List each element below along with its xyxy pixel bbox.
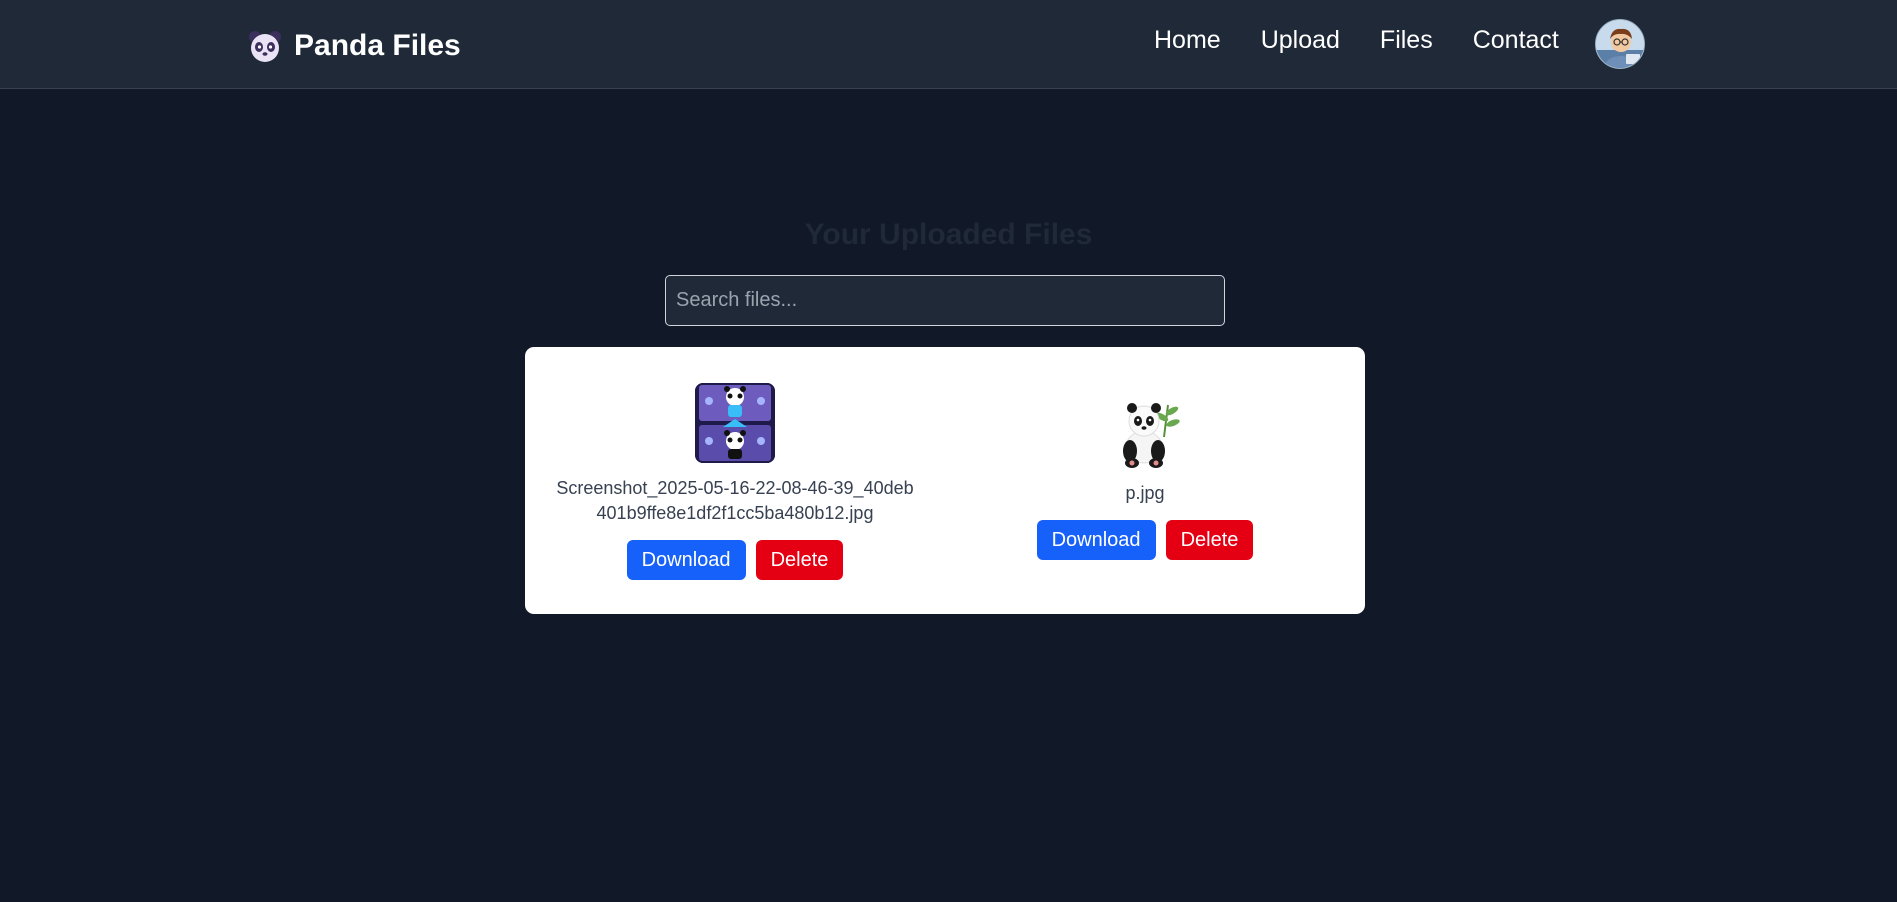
navbar: Panda Files Home Upload Files Contact bbox=[0, 0, 1897, 89]
file-actions: Download Delete bbox=[626, 540, 844, 580]
file-name: p.jpg bbox=[1125, 483, 1165, 503]
file-actions: Download Delete bbox=[1036, 520, 1254, 560]
files-panel: Screenshot_2025-05-16-22-08-46-39_40deb4… bbox=[525, 347, 1365, 614]
panda-face-icon bbox=[248, 29, 282, 63]
search-input[interactable] bbox=[665, 275, 1225, 326]
delete-button[interactable]: Delete bbox=[1165, 520, 1254, 560]
file-card: p.jpg Download Delete bbox=[965, 397, 1325, 560]
delete-button[interactable]: Delete bbox=[755, 540, 844, 580]
brand[interactable]: Panda Files bbox=[248, 26, 461, 66]
download-button[interactable]: Download bbox=[626, 540, 746, 580]
file-card: Screenshot_2025-05-16-22-08-46-39_40deb4… bbox=[555, 383, 915, 580]
user-avatar[interactable] bbox=[1595, 19, 1645, 69]
nav-links: Home Upload Files Contact bbox=[1154, 22, 1559, 58]
file-thumbnail[interactable] bbox=[1106, 397, 1184, 469]
nav-link-files[interactable]: Files bbox=[1380, 26, 1433, 55]
file-thumbnail[interactable] bbox=[695, 383, 775, 463]
brand-name: Panda Files bbox=[294, 29, 461, 62]
nav-link-upload[interactable]: Upload bbox=[1261, 26, 1340, 55]
nav-link-home[interactable]: Home bbox=[1154, 26, 1221, 55]
file-name: Screenshot_2025-05-16-22-08-46-39_40deb4… bbox=[556, 478, 914, 523]
page-title: Your Uploaded Files bbox=[804, 218, 1093, 251]
download-button[interactable]: Download bbox=[1036, 520, 1156, 560]
nav-link-contact[interactable]: Contact bbox=[1473, 26, 1559, 55]
